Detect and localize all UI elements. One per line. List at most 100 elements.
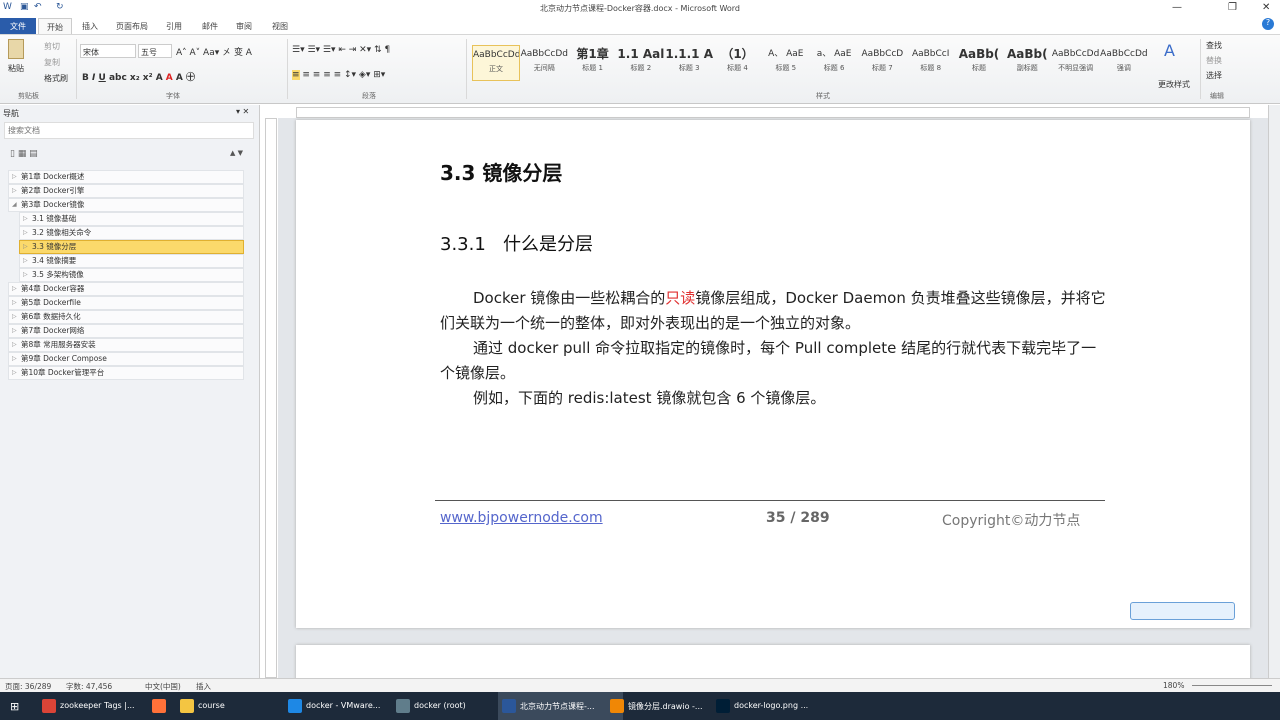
- nav-item[interactable]: ▷ 第6章 数据持久化: [8, 310, 244, 324]
- taskbar-item[interactable]: [148, 692, 174, 720]
- nav-close-icon[interactable]: ▾ ✕: [236, 107, 249, 116]
- style-preview: AaBbCcI: [911, 49, 950, 59]
- nav-view-tabs-icons[interactable]: ▯ ▦ ▤: [10, 149, 38, 159]
- heading-1[interactable]: 3.3 镜像分层: [440, 157, 562, 186]
- style-5[interactable]: （1） 标题 4: [714, 45, 762, 81]
- zoom-level[interactable]: 180%: [1163, 681, 1184, 690]
- style-11[interactable]: AaBb(副标题: [1003, 45, 1051, 81]
- nav-search-input[interactable]: [4, 122, 254, 139]
- tab-insert[interactable]: 插入: [74, 18, 106, 34]
- collapsed-triangle-icon[interactable]: ▷: [12, 283, 17, 295]
- style-8[interactable]: AaBbCcD 标题 7: [858, 45, 906, 81]
- tab-file[interactable]: 文件: [0, 18, 36, 34]
- zoom-slider[interactable]: [1192, 685, 1272, 686]
- paragraph-3[interactable]: 例如，下面的 redis:latest 镜像就包含 6 个镜像层。: [440, 386, 1106, 411]
- collapsed-triangle-icon[interactable]: ▷: [12, 353, 17, 365]
- paste-icon[interactable]: [8, 39, 24, 59]
- nav-item[interactable]: ▷ 3.5 多架构镜像: [19, 268, 244, 282]
- vertical-ruler[interactable]: [265, 118, 277, 678]
- nav-item[interactable]: ▷ 第9章 Docker Compose: [8, 352, 244, 366]
- tab-home[interactable]: 开始: [38, 18, 72, 34]
- collapsed-triangle-icon[interactable]: ▷: [12, 297, 17, 309]
- status-language[interactable]: 中文(中国): [145, 681, 181, 692]
- change-styles-button[interactable]: 更改样式: [1158, 79, 1190, 90]
- nav-item[interactable]: ▷ 3.3 镜像分层: [19, 240, 244, 254]
- nav-item[interactable]: ▷ 第8章 常用服务器安装: [8, 338, 244, 352]
- nav-item[interactable]: ▷ 3.4 镜像摘要: [19, 254, 244, 268]
- style-3[interactable]: 1.1 Aal 标题 2: [617, 45, 665, 81]
- style-1[interactable]: AaBbCcDd 无间隔: [520, 45, 568, 81]
- taskbar-item[interactable]: 北京动力节点课程-...: [498, 692, 623, 720]
- nav-item[interactable]: ▷ 3.1 镜像基础: [19, 212, 244, 226]
- vertical-scrollbar[interactable]: [1268, 105, 1280, 678]
- style-10[interactable]: AaBb(标题: [955, 45, 1003, 81]
- font-name-select[interactable]: 宋体: [80, 44, 136, 58]
- heading-2[interactable]: 3.3.1 什么是分层: [440, 230, 593, 256]
- nav-item[interactable]: ▷ 3.2 镜像相关命令: [19, 226, 244, 240]
- minimize-button[interactable]: —: [1172, 2, 1182, 13]
- format-painter-button[interactable]: 格式刷: [44, 73, 68, 84]
- taskbar-item[interactable]: docker-logo.png ...: [712, 692, 837, 720]
- taskbar-item[interactable]: course: [176, 692, 301, 720]
- style-7[interactable]: a、 AaE 标题 6: [810, 45, 858, 81]
- collapsed-triangle-icon[interactable]: ▷: [23, 269, 28, 281]
- list-icons[interactable]: ☰▾ ☰▾ ☰▾ ⇤ ⇥ ✕▾ ⇅ ¶: [292, 45, 390, 55]
- status-words[interactable]: 字数: 47,456: [66, 681, 112, 692]
- tab-mailings[interactable]: 邮件: [194, 18, 226, 34]
- tab-review[interactable]: 审阅: [228, 18, 260, 34]
- style-4[interactable]: 1.1.1 A 标题 3: [665, 45, 713, 81]
- select-button[interactable]: 选择: [1206, 70, 1222, 81]
- font-size-select[interactable]: 五号: [138, 44, 172, 58]
- cut-button[interactable]: 剪切: [44, 41, 60, 52]
- style-9[interactable]: AaBbCcI 标题 8: [907, 45, 955, 81]
- footer-copyright: Copyright©动力节点: [942, 513, 1081, 529]
- tab-references[interactable]: 引用: [158, 18, 190, 34]
- nav-item[interactable]: ◢ 第3章 Docker镜像: [8, 198, 244, 212]
- collapsed-triangle-icon[interactable]: ▷: [23, 227, 28, 239]
- style-13[interactable]: AaBbCcDd 强调: [1100, 45, 1148, 81]
- style-6[interactable]: A、 AaE 标题 5: [762, 45, 810, 81]
- tab-layout[interactable]: 页面布局: [108, 18, 156, 34]
- collapsed-triangle-icon[interactable]: ▷: [12, 325, 17, 337]
- collapsed-triangle-icon[interactable]: ▷: [23, 213, 28, 225]
- status-mode[interactable]: 插入: [196, 681, 211, 692]
- find-button[interactable]: 查找: [1206, 40, 1222, 51]
- taskbar-item[interactable]: docker - VMware...: [284, 692, 409, 720]
- font-grow-shrink-icons[interactable]: A˄ A˅ Aa▾ 㐅 变 A: [176, 45, 252, 58]
- style-12[interactable]: AaBbCcDd 不明显强调: [1052, 45, 1100, 81]
- taskbar-item[interactable]: zookeeper Tags |...: [38, 692, 163, 720]
- paragraph-2[interactable]: 通过 docker pull 命令拉取指定的镜像时，每个 Pull comple…: [440, 336, 1106, 386]
- replace-button[interactable]: 替换: [1206, 55, 1222, 66]
- footer-link[interactable]: www.bjpowernode.com: [440, 510, 603, 526]
- collapsed-triangle-icon[interactable]: ▷: [23, 241, 28, 253]
- collapsed-triangle-icon[interactable]: ▷: [12, 311, 17, 323]
- paragraph-1[interactable]: Docker 镜像由一些松耦合的只读镜像层组成，Docker Daemon 负责…: [440, 286, 1106, 336]
- paste-button[interactable]: 粘贴: [8, 63, 24, 74]
- style-0[interactable]: AaBbCcDd 正文: [472, 45, 520, 81]
- start-icon[interactable]: ⊞: [10, 700, 19, 713]
- collapsed-triangle-icon[interactable]: ▷: [12, 367, 17, 379]
- collapsed-triangle-icon[interactable]: ▷: [12, 185, 17, 197]
- nav-item[interactable]: ▷ 第1章 Docker概述: [8, 170, 244, 184]
- font-format-icons[interactable]: B I U abc x₂ x² A A A ㊉: [82, 70, 195, 83]
- maximize-button[interactable]: ❐: [1228, 2, 1237, 13]
- help-icon[interactable]: ?: [1262, 18, 1274, 30]
- style-2[interactable]: 第1章 标题 1: [569, 45, 617, 81]
- horizontal-ruler[interactable]: [296, 107, 1250, 118]
- ime-toolbar[interactable]: [1130, 602, 1235, 620]
- tab-view[interactable]: 视图: [264, 18, 296, 34]
- close-button[interactable]: ✕: [1262, 2, 1270, 13]
- collapsed-triangle-icon[interactable]: ▷: [12, 171, 17, 183]
- nav-item[interactable]: ▷ 第7章 Docker网络: [8, 324, 244, 338]
- copy-button[interactable]: 复制: [44, 57, 60, 68]
- nav-item[interactable]: ▷ 第2章 Docker引擎: [8, 184, 244, 198]
- nav-item[interactable]: ▷ 第10章 Docker管理平台: [8, 366, 244, 380]
- nav-prev-next-icons[interactable]: ▲ ▼: [230, 149, 243, 157]
- status-page[interactable]: 页面: 36/289: [5, 681, 51, 692]
- nav-item[interactable]: ▷ 第4章 Docker容器: [8, 282, 244, 296]
- collapsed-triangle-icon[interactable]: ▷: [23, 255, 28, 267]
- expanded-triangle-icon[interactable]: ◢: [12, 199, 17, 211]
- collapsed-triangle-icon[interactable]: ▷: [12, 339, 17, 351]
- nav-item[interactable]: ▷ 第5章 Dockerfile: [8, 296, 244, 310]
- align-icons[interactable]: ≡ ≡ ≡ ≡ ≡ ↕▾ ◈▾ ⊞▾: [292, 70, 385, 80]
